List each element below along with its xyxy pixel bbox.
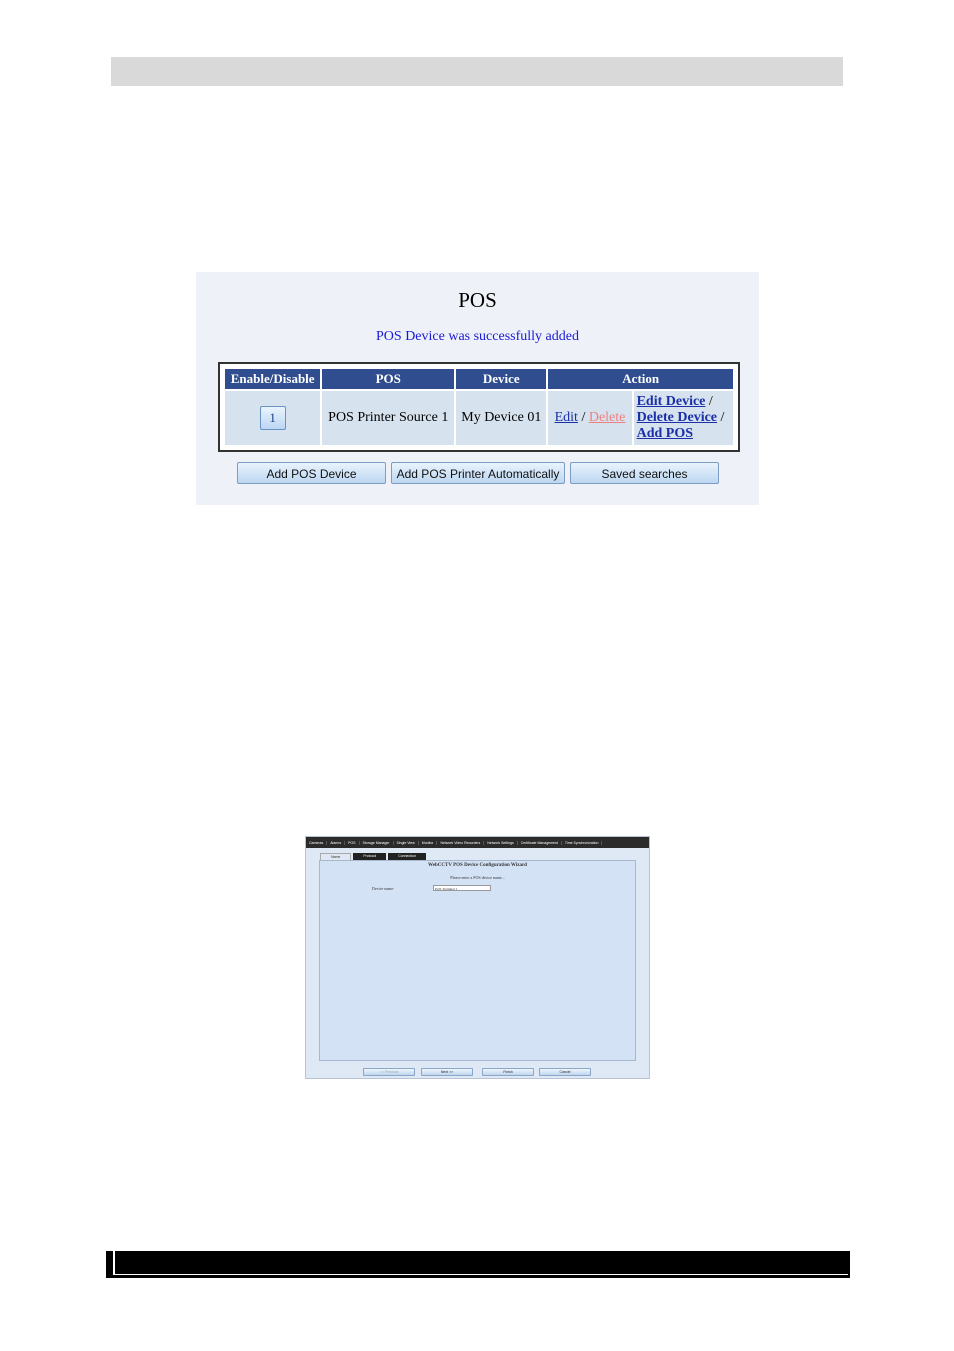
pos-panel-screenshot: POS POS Device was successfully added En… <box>196 272 759 505</box>
footer-divider <box>113 1251 115 1274</box>
pos-page-title: POS <box>458 288 497 312</box>
device-name-label: Device name: <box>372 886 395 891</box>
edit-delete-cell: Edit / Delete <box>548 391 632 445</box>
nav-item-cameras[interactable]: Cameras <box>306 840 328 845</box>
finish-button[interactable]: Finish <box>482 1068 534 1076</box>
previous-button[interactable]: << Previous <box>363 1068 415 1076</box>
device-name-input[interactable]: POS Terminal 1 <box>433 885 491 891</box>
footer-divider <box>113 1274 848 1275</box>
link-separator: / <box>581 410 586 425</box>
header-bar <box>111 57 843 86</box>
nav-item-storage-manager[interactable]: Storage Manager <box>360 840 394 845</box>
top-navigation-bar: Cameras Alarms POS Storage Manager Singl… <box>306 837 649 848</box>
nav-item-certificate-management[interactable]: Certificate Management <box>518 840 562 845</box>
nav-item-alarms[interactable]: Alarms <box>327 840 346 845</box>
wizard-body: WebCCTV POS Device Configuration Wizard … <box>319 860 636 1061</box>
nav-item-monitor[interactable]: Monitor <box>419 840 438 845</box>
delete-link[interactable]: Delete <box>589 410 626 425</box>
add-pos-device-button[interactable]: Add POS Device <box>237 462 386 484</box>
add-pos-printer-automatically-button[interactable]: Add POS Printer Automatically <box>391 462 565 484</box>
success-message: POS Device was successfully added <box>376 329 579 344</box>
nav-item-network-settings[interactable]: Network Settings <box>484 840 518 845</box>
wizard-tabs: Name Protocol Connection <box>320 853 428 861</box>
column-header-action: Action <box>548 369 733 389</box>
cancel-button[interactable]: Cancel <box>539 1068 591 1076</box>
pos-wizard-screenshot: Cameras Alarms POS Storage Manager Singl… <box>305 836 650 1079</box>
nav-item-pos[interactable]: POS <box>345 840 360 845</box>
enable-cell: 1 <box>225 391 321 445</box>
column-header-device: Device <box>456 369 547 389</box>
footer-bar <box>106 1251 850 1278</box>
device-cell: My Device 01 <box>456 391 547 445</box>
tab-protocol[interactable]: Protocol <box>353 853 387 860</box>
table-header-row: Enable/Disable POS Device Action <box>225 369 733 389</box>
pos-cell: POS Printer Source 1 <box>322 391 455 445</box>
nav-item-nvr[interactable]: Network Video Recorders <box>437 840 485 845</box>
link-separator: / <box>720 410 725 425</box>
saved-searches-button[interactable]: Saved searches <box>570 462 719 484</box>
nav-item-time-sync[interactable]: Time Synchronization <box>562 840 603 845</box>
table-row: 1 POS Printer Source 1 My Device 01 Edit… <box>225 391 733 445</box>
enable-toggle-button[interactable]: 1 <box>259 406 286 430</box>
wizard-prompt: Please enter a POS device name... <box>450 875 505 880</box>
next-button[interactable]: Next >> <box>421 1068 473 1076</box>
edit-link[interactable]: Edit <box>555 410 578 425</box>
pos-table: Enable/Disable POS Device Action 1 POS P… <box>223 367 735 447</box>
pos-table-frame: Enable/Disable POS Device Action 1 POS P… <box>218 362 740 452</box>
device-actions-cell: Edit Device / Delete Device / Add POS <box>633 391 733 445</box>
nav-item-single-view[interactable]: Single View <box>394 840 419 845</box>
add-pos-link[interactable]: Add POS <box>637 426 693 441</box>
delete-device-link[interactable]: Delete Device <box>637 410 717 425</box>
tab-connection[interactable]: Connection <box>388 853 426 860</box>
column-header-pos: POS <box>322 369 455 389</box>
link-separator: / <box>708 394 713 409</box>
column-header-enable: Enable/Disable <box>225 369 321 389</box>
wizard-heading: WebCCTV POS Device Configuration Wizard <box>428 863 527 868</box>
edit-device-link[interactable]: Edit Device <box>637 394 706 409</box>
